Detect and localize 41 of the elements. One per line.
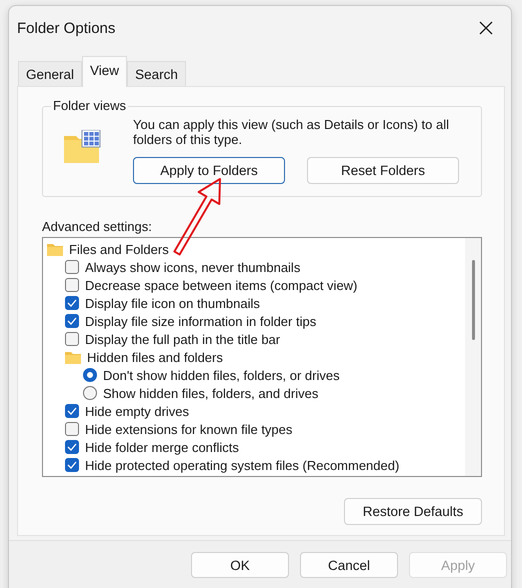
option-label: Display the full path in the title bar — [85, 332, 280, 346]
dialog-button[interactable]: Cancel — [300, 552, 398, 578]
close-icon — [479, 21, 493, 35]
restore-defaults-button[interactable]: Restore Defaults — [344, 498, 482, 525]
checkbox[interactable] — [65, 296, 79, 310]
tab[interactable]: General — [18, 61, 82, 86]
tab[interactable]: View — [82, 56, 128, 87]
checkbox[interactable] — [65, 404, 79, 418]
checkbox[interactable] — [65, 458, 79, 472]
group-label: Hidden files and folders — [87, 350, 223, 364]
folder-icon — [63, 130, 103, 164]
checkbox[interactable] — [65, 422, 79, 436]
option-label: Hide folder merge conflicts — [85, 440, 239, 454]
option-label: Hide protected operating system files (Recommended) — [85, 458, 400, 472]
option-label: Don't show hidden files, folders, or drives — [103, 368, 340, 382]
option-label: Hide extensions for known file types — [85, 422, 292, 436]
checkbox[interactable] — [65, 332, 79, 346]
tab[interactable]: Search — [127, 61, 186, 86]
group-title: Folder views — [51, 98, 128, 113]
folder-button[interactable]: Apply to Folders — [133, 157, 285, 184]
option-label: Decrease space between items (compact view) — [85, 278, 358, 292]
option-label: Display file icon on thumbnails — [85, 296, 260, 310]
folder-icon — [65, 350, 81, 364]
option-label: Always show icons, never thumbnails — [85, 260, 300, 274]
checkbox[interactable] — [65, 260, 79, 274]
radio-button[interactable] — [83, 386, 97, 400]
radio-button[interactable] — [83, 368, 97, 382]
checkbox[interactable] — [65, 440, 79, 454]
section-label: Advanced settings: — [42, 219, 153, 234]
option-label: Hide empty drives — [85, 404, 190, 418]
folder-icon — [47, 242, 63, 256]
description-text: You can apply this view (such as Details or Icons) to all folders of this type. — [133, 117, 450, 147]
group-label: Files and Folders — [69, 242, 169, 256]
dialog-button[interactable]: OK — [191, 552, 289, 578]
checkbox[interactable] — [65, 278, 79, 292]
folder-button[interactable]: Reset Folders — [307, 157, 459, 184]
option-label: Display file size information in folder tips — [85, 314, 316, 328]
checkbox[interactable] — [65, 314, 79, 328]
window-title: Folder Options — [17, 20, 116, 36]
scrollbar[interactable] — [465, 238, 481, 476]
option-label: Show hidden files, folders, and drives — [103, 386, 318, 400]
